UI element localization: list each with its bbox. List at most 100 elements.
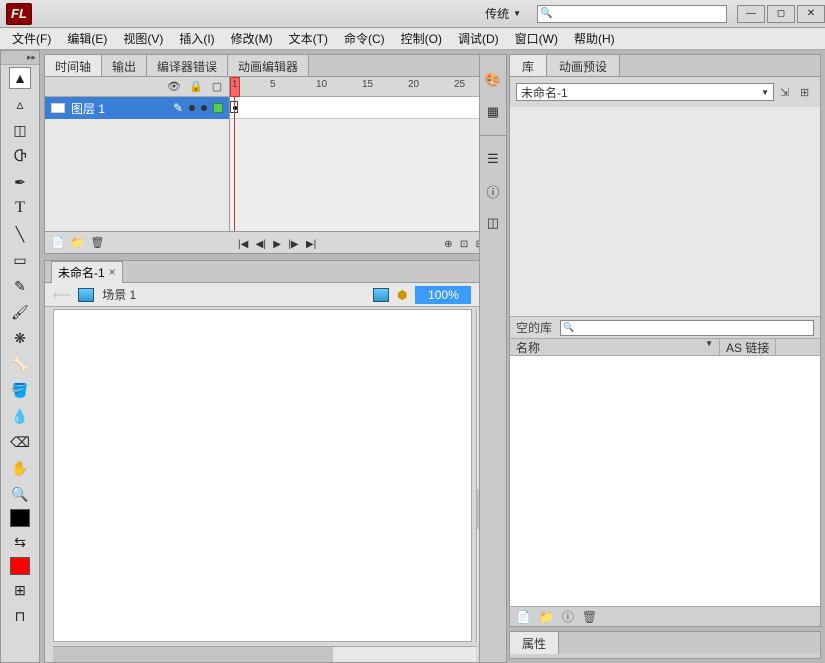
- col-linkage[interactable]: AS 链接: [720, 339, 776, 356]
- onion-skin-icon[interactable]: ⊡: [458, 239, 470, 250]
- layer-icon: [51, 103, 65, 113]
- scene-name[interactable]: 场景 1: [102, 286, 136, 303]
- snap-toggle[interactable]: ⊓: [9, 605, 31, 627]
- pin-library-icon[interactable]: ⇲: [780, 86, 794, 99]
- tab-compiler-errors[interactable]: 编译器错误: [147, 55, 228, 76]
- close-button[interactable]: ✕: [797, 5, 825, 23]
- edit-scene-icon[interactable]: [373, 288, 389, 302]
- fill-color-swatch[interactable]: [10, 557, 30, 575]
- next-frame-icon[interactable]: |▶: [286, 239, 300, 250]
- menu-command[interactable]: 命令(C): [336, 28, 393, 49]
- frame-ruler[interactable]: 1 5 10 15 20 25: [230, 77, 492, 97]
- brush-tool[interactable]: 🖌: [9, 301, 31, 323]
- back-icon[interactable]: ⟵: [53, 288, 70, 302]
- zoom-tool[interactable]: 🔍: [9, 483, 31, 505]
- eyedropper-tool[interactable]: 💧: [9, 405, 31, 427]
- outline-color[interactable]: [213, 103, 223, 113]
- pencil-tool[interactable]: ✎: [9, 275, 31, 297]
- first-frame-icon[interactable]: |◀: [236, 239, 250, 250]
- library-search[interactable]: [560, 320, 814, 336]
- stroke-color-swatch[interactable]: [10, 509, 30, 527]
- info-panel-icon[interactable]: ⓘ: [484, 182, 502, 200]
- zoom-field[interactable]: 100%: [415, 286, 471, 304]
- tab-properties[interactable]: 属性: [510, 632, 559, 654]
- document-tab[interactable]: 未命名-1 ×: [51, 261, 123, 283]
- tab-motion-editor[interactable]: 动画编辑器: [228, 55, 309, 76]
- tab-motion-presets[interactable]: 动画预设: [547, 55, 620, 76]
- subselection-tool[interactable]: ▵: [9, 93, 31, 115]
- align-panel-icon[interactable]: ☰: [484, 150, 502, 168]
- tab-output[interactable]: 输出: [102, 55, 147, 76]
- deco-tool[interactable]: ❋: [9, 327, 31, 349]
- line-tool[interactable]: ╲: [9, 223, 31, 245]
- workspace-dropdown[interactable]: 传统 ▼: [477, 3, 529, 24]
- free-transform-tool[interactable]: ◫: [9, 119, 31, 141]
- library-empty-label: 空的库: [516, 319, 552, 336]
- play-icon[interactable]: ▶: [271, 239, 283, 250]
- selection-tool[interactable]: ▲: [9, 67, 31, 89]
- bone-tool[interactable]: 🦴: [9, 353, 31, 375]
- menu-file[interactable]: 文件(F): [4, 28, 59, 49]
- lock-icon[interactable]: 🔒: [189, 80, 201, 93]
- swap-colors-icon[interactable]: ⇆: [9, 531, 31, 553]
- paint-bucket-tool[interactable]: 🪣: [9, 379, 31, 401]
- search-input[interactable]: [537, 5, 727, 23]
- hand-tool[interactable]: ✋: [9, 457, 31, 479]
- menu-help[interactable]: 帮助(H): [566, 28, 623, 49]
- new-folder-icon[interactable]: 📁: [539, 610, 554, 624]
- tab-library[interactable]: 库: [510, 55, 547, 76]
- tab-timeline[interactable]: 时间轴: [45, 55, 102, 76]
- library-document-select[interactable]: 未命名-1 ▼: [516, 83, 774, 101]
- menu-view[interactable]: 视图(V): [115, 28, 171, 49]
- panel-collapse-icon[interactable]: ▸▸: [1, 51, 39, 65]
- maximize-button[interactable]: ◻: [767, 5, 795, 23]
- lasso-tool[interactable]: Ⴇ: [9, 145, 31, 167]
- menu-window[interactable]: 窗口(W): [507, 28, 566, 49]
- layer-row[interactable]: 图层 1 ✎: [45, 97, 229, 119]
- edit-symbol-icon[interactable]: ⬢: [397, 288, 407, 302]
- transform-panel-icon[interactable]: ◫: [484, 214, 502, 232]
- close-icon[interactable]: ×: [109, 265, 116, 279]
- lock-dot[interactable]: [201, 105, 207, 111]
- properties-icon[interactable]: ⓘ: [562, 608, 574, 625]
- eraser-tool[interactable]: ⌫: [9, 431, 31, 453]
- last-frame-icon[interactable]: ▶|: [304, 239, 318, 250]
- delete-icon[interactable]: 🗑: [582, 610, 597, 624]
- pen-tool[interactable]: ✒: [9, 171, 31, 193]
- horizontal-scrollbar[interactable]: [53, 646, 476, 662]
- scrollbar-thumb[interactable]: [53, 647, 333, 662]
- outline-icon[interactable]: ▢: [211, 80, 223, 93]
- new-symbol-icon[interactable]: 📄: [516, 610, 531, 624]
- color-panel-icon[interactable]: 🎨: [484, 71, 502, 89]
- rectangle-tool[interactable]: ▭: [9, 249, 31, 271]
- stage[interactable]: [53, 309, 472, 642]
- visibility-dot[interactable]: [189, 105, 195, 111]
- new-layer-icon[interactable]: 📄: [51, 236, 65, 249]
- frames-pane[interactable]: 1 5 10 15 20 25: [230, 77, 492, 232]
- menu-debug[interactable]: 调试(D): [450, 28, 507, 49]
- new-library-icon[interactable]: ⊞: [800, 86, 814, 99]
- scene-icon: [78, 288, 94, 302]
- document-tabs: 未命名-1 ×: [45, 261, 492, 283]
- new-folder-icon[interactable]: 📁: [71, 236, 85, 249]
- minimize-button[interactable]: —: [737, 5, 765, 23]
- menu-edit[interactable]: 编辑(E): [59, 28, 115, 49]
- frame-track[interactable]: [230, 97, 492, 119]
- library-tabs: 库 动画预设: [510, 55, 820, 77]
- delete-layer-icon[interactable]: 🗑: [90, 236, 104, 249]
- library-list[interactable]: [510, 356, 820, 606]
- menu-modify[interactable]: 修改(M): [223, 28, 281, 49]
- menu-text[interactable]: 文本(T): [281, 28, 336, 49]
- swatches-panel-icon[interactable]: ▦: [484, 103, 502, 121]
- col-name[interactable]: 名称 ▼: [510, 339, 720, 356]
- menu-control[interactable]: 控制(O): [393, 28, 450, 49]
- eye-icon[interactable]: 👁: [167, 80, 179, 93]
- properties-panel: 属性: [509, 631, 821, 659]
- tool-options[interactable]: ⊞: [9, 579, 31, 601]
- ruler-tick: 5: [270, 79, 276, 90]
- prev-frame-icon[interactable]: ◀|: [254, 239, 268, 250]
- menu-insert[interactable]: 插入(I): [171, 28, 222, 49]
- text-tool[interactable]: T: [9, 197, 31, 219]
- app-icon: FL: [6, 3, 32, 25]
- center-frame-icon[interactable]: ⊕: [442, 239, 454, 250]
